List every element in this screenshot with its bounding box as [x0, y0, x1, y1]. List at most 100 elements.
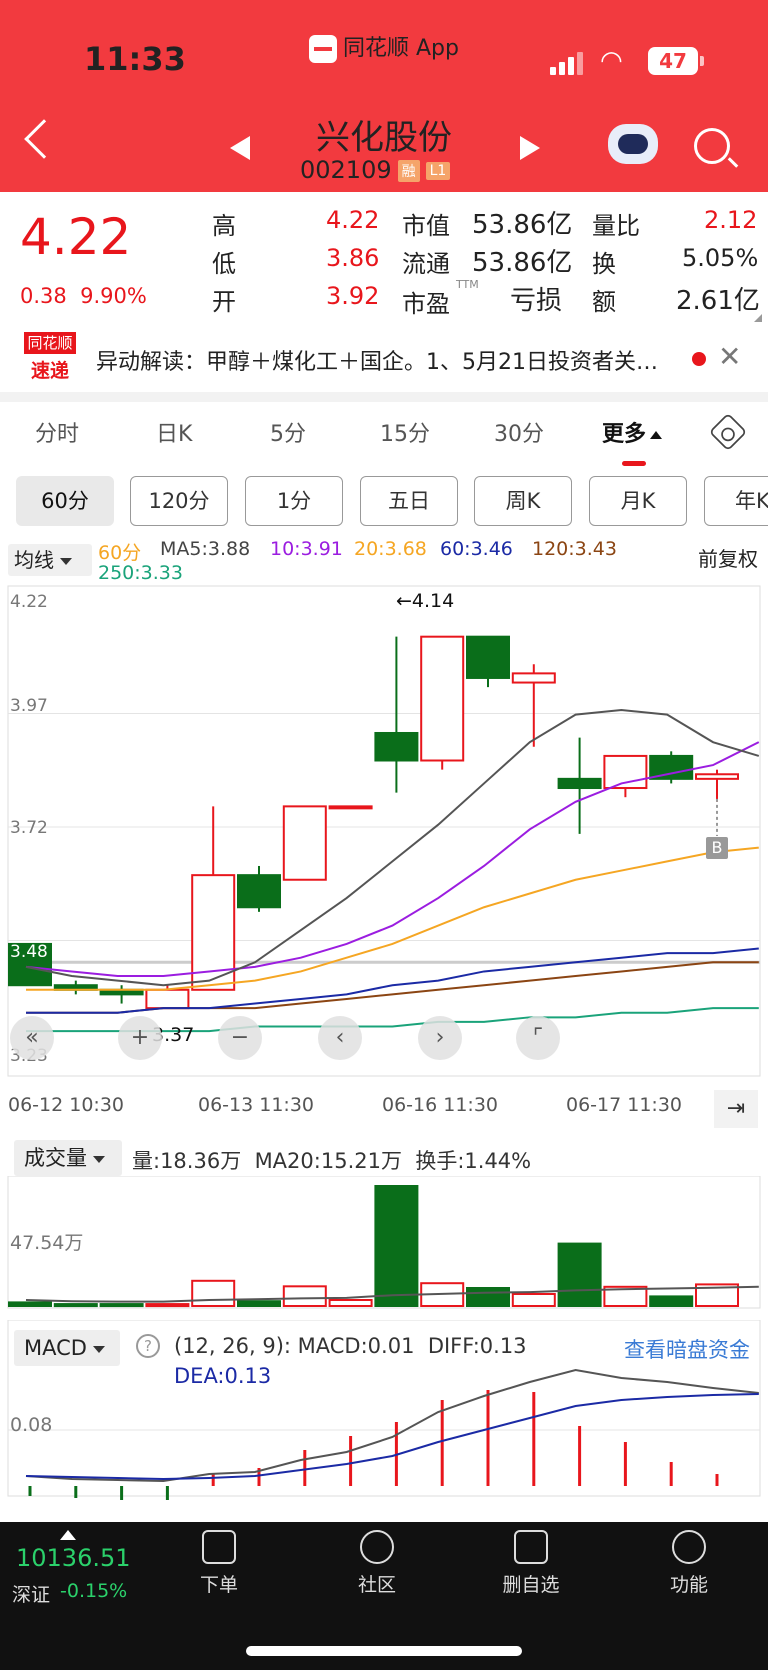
nav-order[interactable]: 下单 — [174, 1530, 264, 1597]
stat-value: 3.92 — [326, 282, 380, 310]
tab-5min[interactable]: 5分 — [270, 416, 306, 448]
stat-value: 亏损 — [510, 286, 563, 316]
stock-code: 002109 融 L1 — [300, 156, 451, 184]
nav-remove-watchlist[interactable]: 删自选 — [486, 1530, 576, 1597]
volume-bar — [649, 1295, 694, 1308]
scroll-right-icon[interactable]: › — [418, 1016, 462, 1060]
jump-to-latest-icon[interactable]: ⇥ — [714, 1090, 758, 1128]
volume-bar — [557, 1242, 602, 1307]
candle-body — [374, 731, 419, 762]
signal-icon — [550, 52, 586, 75]
fullscreen-icon[interactable]: ⌜ — [516, 1016, 560, 1060]
volume-bar — [53, 1303, 98, 1308]
date-label: 06-16 11:30 — [382, 1094, 499, 1116]
volume-bar — [145, 1303, 190, 1308]
ma-period: 60分 — [98, 542, 142, 564]
nav-menu[interactable]: 功能 — [644, 1530, 734, 1597]
tab-more-label: 更多 — [602, 422, 647, 447]
period-5day[interactable]: 五日 — [360, 476, 458, 526]
scroll-left-icon[interactable]: ‹ — [318, 1016, 362, 1060]
high-price-label: ←4.14 — [396, 590, 455, 612]
period-120min[interactable]: 120分 — [130, 476, 228, 526]
candle-body — [328, 805, 373, 810]
buy-marker[interactable]: B — [706, 837, 728, 859]
app-icon — [309, 35, 337, 63]
date-label: 06-13 11:30 — [198, 1094, 315, 1116]
price-change: 0.38 9.90% — [20, 284, 147, 308]
current-price: 4.22 — [20, 208, 132, 266]
stat-value: 5.05% — [682, 244, 759, 272]
tab-underline — [622, 461, 646, 466]
tab-30min[interactable]: 30分 — [494, 416, 544, 448]
chevron-down-icon — [60, 558, 72, 565]
index-expand-icon[interactable] — [60, 1530, 76, 1540]
volume-bar — [237, 1300, 281, 1307]
stat-label: 流通 — [402, 250, 450, 278]
next-stock-icon[interactable] — [520, 136, 540, 160]
period-60min[interactable]: 60分 — [16, 476, 114, 526]
y-tick: 4.22 — [10, 592, 48, 612]
candle-body — [420, 635, 465, 762]
news-logo: 同花顺 速递 — [24, 332, 76, 382]
zoom-out-left-icon[interactable]: « — [10, 1016, 54, 1060]
nav-community[interactable]: 社区 — [332, 1530, 422, 1597]
nav-label: 功能 — [669, 1574, 708, 1596]
news-ticker[interactable]: 异动解读：甲醇＋煤化工＋国企。1、5月21日投资者关… — [96, 344, 666, 376]
macd-chart[interactable] — [0, 1320, 768, 1500]
nav-label: 社区 — [357, 1574, 396, 1596]
remove-watchlist-icon — [514, 1530, 548, 1564]
y-tick: 3.72 — [10, 818, 48, 838]
nav-label: 删自选 — [502, 1574, 560, 1596]
diff-line — [25, 1368, 759, 1483]
y-tick: 3.97 — [10, 696, 48, 716]
news-logo-bottom: 速递 — [30, 360, 69, 382]
stat-label: 量比 — [592, 212, 640, 240]
y-tick: 47.54万 — [10, 1232, 84, 1254]
battery-icon: 47 — [648, 47, 704, 75]
period-monthly[interactable]: 月K — [589, 476, 687, 526]
candle-body — [466, 635, 510, 679]
zoom-out-icon[interactable]: − — [218, 1016, 262, 1060]
volume-select[interactable]: 成交量 — [14, 1140, 122, 1176]
settings-icon[interactable] — [708, 412, 748, 452]
tab-more[interactable]: 更多 — [602, 416, 663, 448]
wifi-icon: ◠ — [600, 46, 623, 76]
kline-chart[interactable] — [0, 584, 768, 1080]
ma5-value: MA5:3.88 — [160, 538, 251, 560]
assistant-robot-icon[interactable] — [608, 124, 658, 164]
turnover: 换手:1.44% — [415, 1149, 532, 1173]
indicator-select[interactable]: 均线 — [8, 544, 92, 576]
volume-ma20: MA20:15.21万 — [254, 1149, 402, 1173]
nav-label: 下单 — [199, 1574, 238, 1596]
change-percent: 9.90% — [80, 284, 147, 308]
index-value[interactable]: 10136.51 — [16, 1544, 131, 1572]
volume-bar — [8, 1301, 52, 1308]
level-tag: L1 — [425, 162, 451, 180]
y-tick: 3.48 — [10, 942, 48, 962]
ma250-value: 250:3.33 — [98, 562, 183, 584]
tab-15min[interactable]: 15分 — [380, 416, 430, 448]
zoom-in-icon[interactable]: + — [118, 1016, 162, 1060]
tab-intraday[interactable]: 分时 — [35, 416, 79, 448]
search-icon[interactable] — [694, 128, 730, 164]
stat-value: 4.22 — [326, 206, 380, 234]
plot-frame — [7, 1320, 761, 1497]
adjust-mode[interactable]: 前复权 — [698, 543, 758, 572]
period-weekly[interactable]: 周K — [474, 476, 572, 526]
period-1min[interactable]: 1分 — [245, 476, 343, 526]
volume-value: 量:18.36万 — [132, 1149, 242, 1173]
expand-corner-icon[interactable] — [754, 314, 762, 322]
stat-value: 2.61亿 — [676, 286, 760, 316]
news-logo-top: 同花顺 — [24, 332, 76, 354]
close-icon[interactable]: ✕ — [718, 340, 741, 373]
period-yearly[interactable]: 年K — [704, 476, 768, 526]
date-label: 06-17 11:30 — [566, 1094, 683, 1116]
tab-daily-k[interactable]: 日K — [156, 416, 192, 448]
index-name: 深证 — [12, 1584, 51, 1606]
volume-chart[interactable] — [0, 1176, 768, 1310]
order-icon — [202, 1530, 236, 1564]
stat-value: 53.86亿 — [472, 210, 573, 240]
stat-label: 高 — [212, 212, 236, 240]
volume-info: 量:18.36万 MA20:15.21万 换手:1.44% — [132, 1145, 531, 1175]
stock-code-text: 002109 — [300, 156, 392, 184]
